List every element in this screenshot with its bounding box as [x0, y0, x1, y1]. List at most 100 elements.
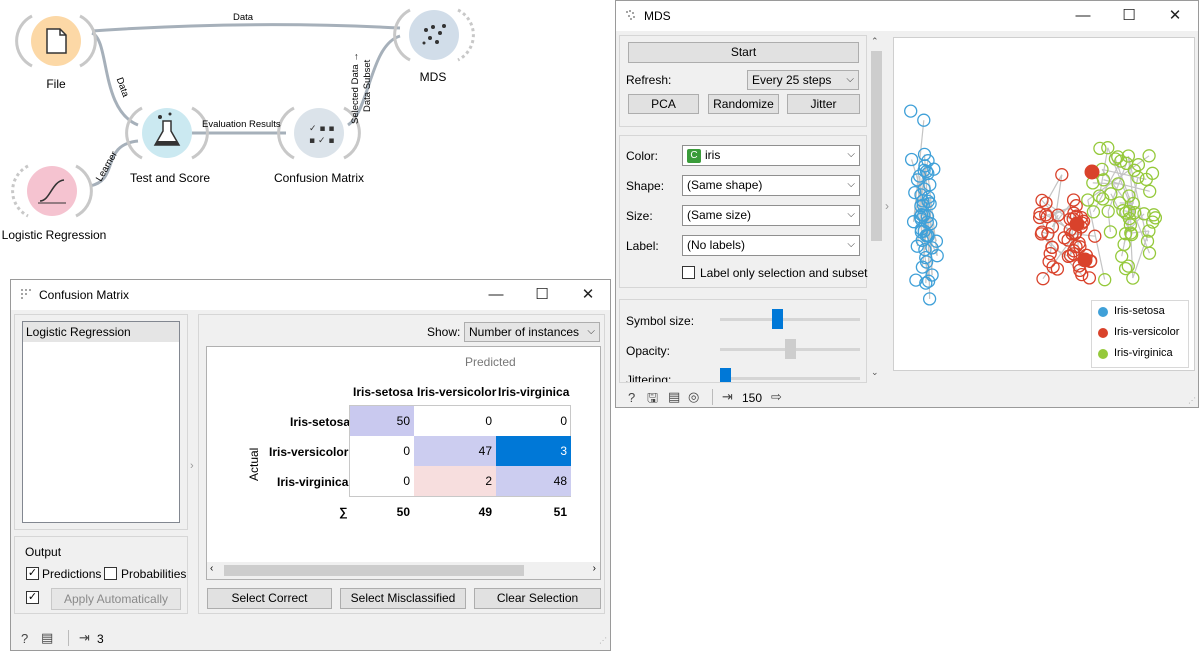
jittering-slider[interactable]: [720, 377, 860, 380]
refresh-select[interactable]: Every 25 steps ⌵: [747, 70, 859, 90]
matrix-cell[interactable]: 0: [350, 466, 414, 496]
predicted-axis-label: Predicted: [465, 355, 516, 369]
scroll-left-icon[interactable]: ‹: [210, 563, 213, 574]
scrollbar-thumb[interactable]: [224, 565, 524, 576]
opacity-slider-handle[interactable]: [784, 339, 796, 359]
categorical-icon: C: [687, 149, 701, 163]
chevron-down-icon: ⌵: [847, 239, 855, 250]
select-correct-button[interactable]: Select Correct: [207, 588, 332, 609]
save-icon[interactable]: 🖫: [647, 389, 658, 411]
testscore-node-label[interactable]: Test and Score: [120, 171, 220, 185]
row-header: Iris-versicolor: [269, 445, 349, 459]
report-icon[interactable]: ▤: [668, 389, 680, 405]
resize-grip-icon[interactable]: ⋰: [599, 636, 607, 645]
close-icon[interactable]: ✕: [1152, 1, 1198, 31]
minimize-icon[interactable]: —: [1060, 1, 1106, 31]
help-icon[interactable]: ?: [21, 631, 28, 646]
pca-button[interactable]: PCA: [628, 94, 699, 114]
report-icon[interactable]: ▤: [41, 630, 53, 646]
confusion-node-label[interactable]: Confusion Matrix: [264, 171, 374, 185]
scroll-down-icon[interactable]: ⌄: [871, 367, 879, 378]
splitter-handle-icon[interactable]: ›: [885, 199, 889, 213]
scroll-up-icon[interactable]: ⌃: [871, 36, 879, 47]
refresh-label: Refresh:: [626, 73, 672, 87]
matrix-cell[interactable]: 48: [496, 466, 571, 496]
scrollbar-thumb[interactable]: [871, 51, 882, 241]
jittering-slider-handle[interactable]: [720, 368, 731, 382]
confusion-node-graphic: ✓ ▪ ▪ ▪ ✓ ▪: [277, 106, 361, 160]
matrix-cell[interactable]: 47: [414, 436, 496, 466]
scatter-point: [1115, 249, 1129, 263]
sum-symbol: ∑: [339, 505, 348, 519]
color-select[interactable]: C iris ⌵: [682, 145, 860, 166]
maximize-icon[interactable]: ☐: [1106, 1, 1152, 31]
select-misclassified-button[interactable]: Select Misclassified: [340, 588, 466, 609]
attributes-group: Color: C iris ⌵ Shape: (Same shape) ⌵ Si…: [619, 135, 867, 288]
column-header: Iris-virginica: [498, 385, 570, 399]
horizontal-scrollbar[interactable]: ‹ ›: [207, 562, 600, 579]
minimize-icon[interactable]: —: [473, 280, 519, 310]
status-divider: [712, 389, 713, 405]
auto-apply-checkbox[interactable]: ✓: [26, 591, 39, 604]
show-label: Show:: [427, 325, 461, 339]
probabilities-checkbox[interactable]: [104, 567, 117, 580]
learner-list[interactable]: Logistic Regression: [22, 321, 180, 523]
mds-plot[interactable]: Iris-setosa Iris-versicolor Iris-virgini…: [893, 37, 1195, 371]
show-select[interactable]: Number of instances ⌵: [464, 322, 600, 342]
legend-label: Iris-versicolor: [1114, 326, 1180, 338]
output-icon: ⇥: [79, 630, 90, 645]
matrix-table[interactable]: Predicted Actual Iris-setosa Iris-versic…: [206, 346, 601, 580]
apply-automatically-button[interactable]: Apply Automatically: [51, 588, 181, 610]
resize-grip-icon[interactable]: ⋰: [1188, 396, 1196, 405]
matrix-cell[interactable]: 50: [350, 406, 414, 436]
controls-scrollbar[interactable]: ⌃ ⌄: [869, 35, 884, 383]
similarity-line: [1130, 230, 1150, 234]
similarity-line: [1107, 211, 1111, 232]
scatter-point: [1036, 272, 1050, 286]
clear-selection-button[interactable]: Clear Selection: [474, 588, 601, 609]
help-icon[interactable]: ?: [628, 390, 635, 405]
input-icon: ⇥: [722, 389, 733, 404]
mds-titlebar[interactable]: MDS — ☐ ✕: [616, 1, 1198, 31]
output-label: Output: [25, 545, 62, 559]
workflow-canvas[interactable]: ✓ ▪ ▪ ▪ ✓ ▪ File Logistic Regression Tes…: [0, 0, 616, 280]
matrix-cell[interactable]: 2: [414, 466, 496, 496]
label-select[interactable]: (No labels) ⌵: [682, 235, 860, 256]
mds-node-label[interactable]: MDS: [410, 70, 456, 84]
maximize-icon[interactable]: ☐: [519, 280, 565, 310]
matrix-cell[interactable]: 0: [496, 406, 571, 436]
matrix-cell[interactable]: 0: [414, 406, 496, 436]
visual-settings-icon[interactable]: ◎: [688, 389, 699, 405]
show-select-value: Number of instances: [469, 325, 580, 339]
output-group: Output ✓ Predictions Probabilities ✓ App…: [14, 536, 188, 614]
file-node-label[interactable]: File: [36, 77, 76, 91]
randomize-button[interactable]: Randomize: [708, 94, 779, 114]
size-select-value: (Same size): [687, 208, 752, 222]
window-title: MDS: [644, 9, 671, 23]
orange-app-icon: [21, 289, 31, 299]
size-select[interactable]: (Same size) ⌵: [682, 205, 860, 226]
scroll-right-icon[interactable]: ›: [593, 563, 596, 574]
close-icon[interactable]: ✕: [565, 280, 611, 310]
start-button[interactable]: Start: [628, 42, 859, 63]
color-select-value: iris: [705, 148, 721, 162]
logreg-node-label[interactable]: Logistic Regression: [0, 228, 108, 242]
legend-label: Iris-setosa: [1114, 305, 1165, 317]
sum-value: 49: [478, 505, 492, 519]
matrix-cell-selected[interactable]: 3: [496, 436, 571, 466]
predictions-checkbox[interactable]: ✓: [26, 567, 39, 580]
learner-list-item[interactable]: Logistic Regression: [23, 322, 179, 342]
shape-select[interactable]: (Same shape) ⌵: [682, 175, 860, 196]
symbol-size-slider[interactable]: [720, 318, 860, 321]
label-only-checkbox[interactable]: [682, 266, 695, 279]
matrix-cell[interactable]: 0: [350, 436, 414, 466]
matrix-area: Show: Number of instances ⌵ Predicted Ac…: [198, 314, 605, 614]
jitter-button[interactable]: Jitter: [787, 94, 860, 114]
symbol-size-slider-handle[interactable]: [771, 309, 783, 329]
svg-text:✓ ▪ ▪: ✓ ▪ ▪: [309, 124, 334, 134]
confusion-titlebar[interactable]: Confusion Matrix — ☐ ✕: [11, 280, 610, 310]
splitter-handle-icon[interactable]: ›: [190, 460, 194, 472]
output-icon: ⇨: [771, 389, 782, 404]
window-title: Confusion Matrix: [39, 288, 130, 302]
file-node-graphic: [15, 14, 97, 68]
